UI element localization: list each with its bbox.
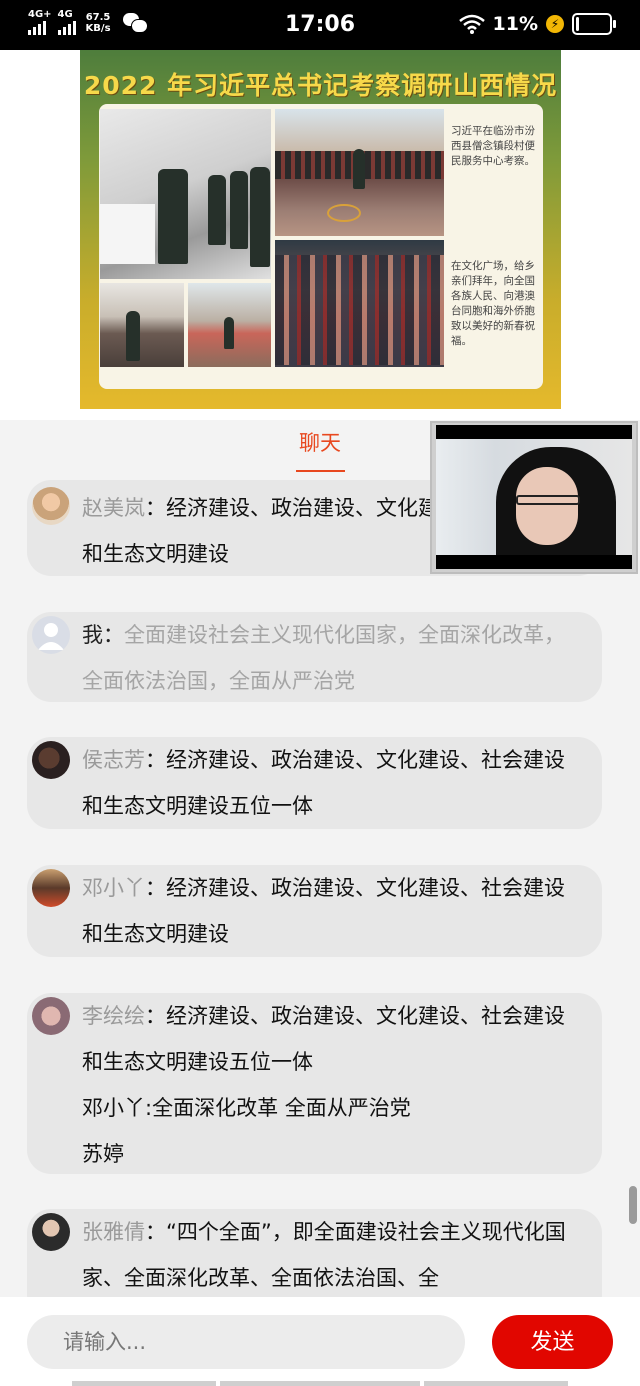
- tab-chat-label: 聊天: [299, 431, 341, 455]
- nav-bar-segment: [220, 1381, 420, 1386]
- chat-input[interactable]: [27, 1315, 465, 1369]
- wifi-icon: [458, 14, 485, 34]
- chat-message-self: 我：全面建设社会主义现代化国家，全面深化改革，全面依法治国，全面从严治党: [27, 612, 602, 702]
- slide-caption: 在文化广场，给乡亲们拜年，向全国各族人民、向港澳台同胞和海外侨胞致以美好的新春祝…: [451, 260, 535, 347]
- status-bar: 4G+ 4G 67.5 KB/s 17:06 11% ⚡: [0, 0, 640, 50]
- message-text-line: 邓小丫:全面深化改革 全面从严治党: [82, 1096, 411, 1120]
- battery-icon: [572, 13, 616, 35]
- charging-icon: ⚡: [546, 15, 564, 33]
- presentation-slide: 2022 年习近平总书记考察调研山西情况 习近平在临汾市汾西县僧念镇段村便民服务…: [80, 50, 561, 409]
- tab-indicator: [296, 470, 345, 472]
- avatar: [32, 616, 70, 654]
- scrollbar-thumb[interactable]: [629, 1186, 637, 1224]
- message-username: 邓小丫: [82, 876, 145, 900]
- avatar: [32, 869, 70, 907]
- nav-bar-segment: [424, 1381, 568, 1386]
- message-username: 我: [82, 623, 103, 647]
- chat-input-bar: 发送: [0, 1297, 640, 1386]
- nav-bar-segment: [72, 1381, 216, 1386]
- message-username: 李绘绘: [82, 1004, 145, 1028]
- avatar: [32, 741, 70, 779]
- avatar: [32, 997, 70, 1035]
- slide-photo: [275, 240, 444, 367]
- slide-title: 2022 年习近平总书记考察调研山西情况: [83, 71, 558, 100]
- chat-message: 侯志芳：经济建设、政治建设、文化建设、社会建设和生态文明建设五位一体: [27, 737, 602, 829]
- avatar: [32, 1213, 70, 1251]
- avatar: [32, 487, 70, 525]
- message-text: 全面建设社会主义现代化国家，全面深化改革，全面依法治国，全面从严治党: [82, 623, 565, 693]
- chat-message: 邓小丫：经济建设、政治建设、文化建设、社会建设和生态文明建设: [27, 865, 602, 957]
- message-username: 侯志芳: [82, 748, 145, 772]
- message-username: 张雅倩: [82, 1220, 145, 1244]
- slide-photo: [188, 283, 271, 367]
- chat-message: 李绘绘：经济建设、政治建设、文化建设、社会建设和生态文明建设五位一体 邓小丫:全…: [27, 993, 602, 1174]
- video-preview[interactable]: [430, 421, 638, 574]
- video-feed: [436, 439, 632, 555]
- chat-input-wrapper: [27, 1315, 465, 1369]
- message-text-line: 苏婷: [82, 1142, 124, 1166]
- slide-photo: [100, 283, 184, 367]
- send-button[interactable]: 发送: [492, 1315, 613, 1369]
- slide-photo: [100, 109, 271, 279]
- shared-screen: 2022 年习近平总书记考察调研山西情况 习近平在临汾市汾西县僧念镇段村便民服务…: [0, 50, 640, 420]
- slide-photo: [275, 109, 444, 236]
- battery-percent: 11%: [492, 13, 538, 35]
- message-username: 赵美岚: [82, 496, 145, 520]
- slide-caption: 习近平在临汾市汾西县僧念镇段村便民服务中心考察。: [451, 125, 535, 167]
